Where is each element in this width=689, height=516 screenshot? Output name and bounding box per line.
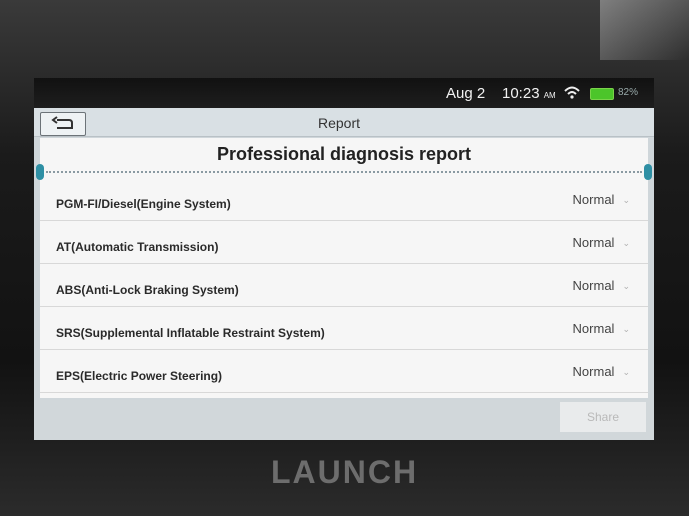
status-ampm: AM [543,91,556,100]
system-name: SRS(Supplemental Inflatable Restraint Sy… [56,326,325,340]
brand-logo: LAUNCH [270,454,419,490]
system-status: Normal [572,192,615,207]
chevron-down-icon: ⌄ [622,238,630,248]
system-status: Normal [572,321,615,336]
chevron-down-icon: ⌄ [622,324,630,334]
system-status-dropdown[interactable]: Normal ⌄ [573,235,630,250]
system-name: EPS(Electric Power Steering) [56,369,223,383]
system-row[interactable]: EPS(Electric Power Steering) Normal ⌄ [40,350,648,393]
screen-glare [600,0,689,60]
system-name: ABS(Anti-Lock Braking System) [56,283,239,297]
system-status-dropdown[interactable]: Normal ⌄ [573,364,630,379]
battery-icon [590,88,614,100]
status-time-value: 10:23 [502,85,540,102]
system-name: AT(Automatic Transmission) [56,240,219,254]
title-bar: Report [34,108,654,137]
chevron-down-icon: ⌄ [622,281,630,291]
battery-level: 82% [618,87,639,98]
system-row[interactable]: PGM-FI/Diesel(Engine System) Normal ⌄ [40,178,648,221]
system-name: PGM-FI/Diesel(Engine System) [56,197,231,211]
page-title: Report [317,115,361,131]
report-heading: Professional diagnosis report [216,144,472,164]
system-list: PGM-FI/Diesel(Engine System) Normal ⌄ AT(… [40,178,648,393]
footer-bar: Share [34,400,654,440]
system-row[interactable]: AT(Automatic Transmission) Normal ⌄ [40,221,648,264]
chevron-down-icon: ⌄ [622,367,630,377]
share-button[interactable]: Share [560,402,646,432]
system-status: Normal [572,278,615,293]
chevron-down-icon: ⌄ [622,195,630,205]
system-row[interactable]: SRS(Supplemental Inflatable Restraint Sy… [40,307,648,350]
status-date: Aug 2 [446,85,486,102]
report-panel: Professional diagnosis report PGM-FI/Die… [36,138,652,398]
system-status-dropdown[interactable]: Normal ⌄ [573,321,630,336]
screen: Aug 2 10:23 AM 82% Report Professional d… [34,78,654,440]
system-status: Normal [572,364,615,379]
divider [46,171,642,173]
system-row[interactable]: ABS(Anti-Lock Braking System) Normal ⌄ [40,264,648,307]
status-bar: Aug 2 10:23 AM 82% [34,78,654,108]
device-frame: Aug 2 10:23 AM 82% Report Professional d… [0,0,689,516]
system-status: Normal [572,235,615,250]
wifi-icon [564,86,580,99]
system-status-dropdown[interactable]: Normal ⌄ [573,192,630,207]
status-time: 10:23 AM [502,85,556,102]
system-status-dropdown[interactable]: Normal ⌄ [573,278,630,293]
